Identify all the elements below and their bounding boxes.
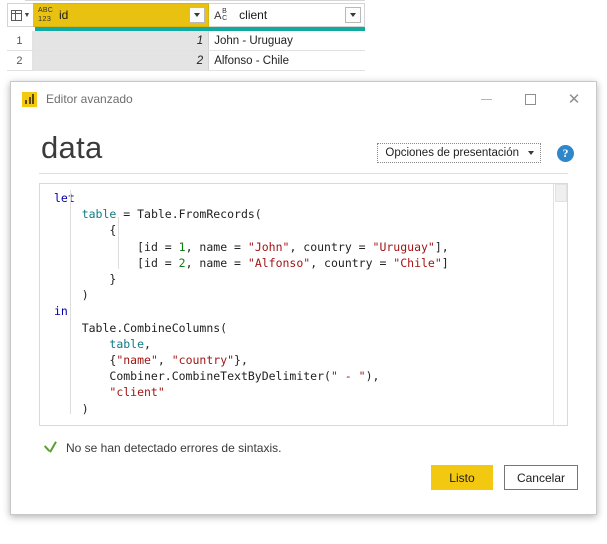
chevron-down-icon <box>528 151 534 155</box>
code-token: "Alfonso" <box>247 255 311 270</box>
cancel-button[interactable]: Cancelar <box>503 465 578 490</box>
chevron-down-icon <box>194 13 201 17</box>
grid-top-divider <box>25 0 365 1</box>
code-token: table <box>109 336 145 351</box>
header-actions: Opciones de presentación ? <box>377 143 574 163</box>
cell-id[interactable]: 2 <box>32 51 210 70</box>
grid-header-row: ▼ ABC 123 id A B C client <box>7 3 365 27</box>
code-token: , name = <box>185 239 248 254</box>
minimize-icon <box>480 98 492 100</box>
code-token: "client" <box>109 385 165 400</box>
help-icon[interactable]: ? <box>557 144 574 162</box>
done-button[interactable]: Listo <box>430 465 493 490</box>
code-editor[interactable]: let table = Table.FromRecords( { [id = 1… <box>39 183 568 426</box>
window-controls: ✕ <box>464 83 596 116</box>
code-vertical-scrollbar[interactable] <box>553 184 567 425</box>
code-token: "Uruguay" <box>372 239 435 254</box>
header-divider <box>39 173 568 174</box>
abc-123-icon: ABC 123 <box>37 7 53 24</box>
page-title: data <box>41 130 103 165</box>
column-header-id[interactable]: ABC 123 id <box>32 3 210 27</box>
maximize-icon <box>524 93 536 105</box>
chevron-down-icon <box>350 13 356 17</box>
code-token: , country = <box>310 255 394 270</box>
power-bi-icon <box>22 91 37 107</box>
dialog-button-row: Listo Cancelar <box>430 465 578 490</box>
code-token: ) <box>81 288 89 303</box>
chevron-down-icon: ▼ <box>23 11 31 19</box>
code-token: ), <box>365 369 380 384</box>
table-row[interactable]: 1 1 John - Uruguay <box>7 31 365 51</box>
code-token: 1 <box>178 239 186 254</box>
grid-body: 1 1 John - Uruguay 2 2 Alfonso - Chile <box>7 31 365 71</box>
code-token: ], <box>434 239 449 254</box>
code-token: , country = <box>289 239 373 254</box>
code-token: " - " <box>330 369 366 384</box>
code-token: "John" <box>247 239 290 254</box>
scrollbar-thumb[interactable] <box>555 184 567 202</box>
code-token: ) <box>81 401 89 416</box>
code-token: "Chile" <box>393 255 442 270</box>
column-header-client[interactable]: A B C client <box>209 3 365 27</box>
display-options-label: Opciones de presentación <box>385 147 519 159</box>
column-filter-dropdown-client[interactable] <box>345 7 361 23</box>
cell-client[interactable]: Alfonso - Chile <box>209 51 365 70</box>
row-number: 1 <box>7 31 33 50</box>
code-token: { <box>109 223 117 238</box>
code-token: = Table.FromRecords( <box>123 207 262 222</box>
code-editor-surface[interactable]: let table = Table.FromRecords( { [id = 1… <box>40 184 553 425</box>
code-token: } <box>109 272 117 287</box>
display-options-dropdown[interactable]: Opciones de presentación <box>377 143 541 163</box>
code-token: , <box>157 353 172 368</box>
column-header-client-label: client <box>239 8 268 22</box>
syntax-status-text: No se han detectado errores de sintaxis. <box>66 440 282 455</box>
table-glyph <box>10 9 22 21</box>
code-token: in <box>54 304 68 319</box>
maximize-button[interactable] <box>508 83 552 116</box>
abc-text-icon: A B C <box>214 8 228 22</box>
table-selector-icon[interactable]: ▼ <box>7 3 33 27</box>
dialog-header-row: data Opciones de presentación ? <box>11 116 596 173</box>
code-token: }, <box>234 353 248 368</box>
code-token: ] <box>441 255 449 270</box>
advanced-editor-dialog: Editor avanzado ✕ data Opciones de prese… <box>10 81 597 515</box>
dialog-title-text: Editor avanzado <box>46 92 133 106</box>
minimize-button[interactable] <box>464 83 508 116</box>
code-token: [id = <box>137 255 179 270</box>
dialog-title-bar: Editor avanzado ✕ <box>11 82 596 116</box>
cell-client[interactable]: John - Uruguay <box>209 31 365 50</box>
code-token: 2 <box>178 255 186 270</box>
m-query-code[interactable]: let table = Table.FromRecords( { [id = 1… <box>54 190 553 417</box>
indent-guide <box>70 190 71 414</box>
check-icon <box>43 440 58 455</box>
code-token: , <box>144 336 151 351</box>
code-token: Table.CombineColumns( <box>81 320 228 335</box>
close-icon: ✕ <box>567 89 581 108</box>
code-token: , name = <box>185 255 248 270</box>
column-filter-dropdown-id[interactable] <box>189 7 206 23</box>
table-row[interactable]: 2 2 Alfonso - Chile <box>7 51 365 71</box>
close-button[interactable]: ✕ <box>552 83 596 116</box>
code-token: [id = <box>137 239 179 254</box>
code-token: let <box>54 191 75 205</box>
code-token: Combiner.CombineTextByDelimiter( <box>109 369 331 384</box>
row-number: 2 <box>7 51 33 70</box>
code-token: "country" <box>171 353 235 368</box>
indent-guide-inner <box>118 217 119 269</box>
syntax-status: No se han detectado errores de sintaxis. <box>43 440 596 455</box>
code-token: "name" <box>116 353 158 368</box>
cell-id[interactable]: 1 <box>32 31 210 50</box>
column-header-id-label: id <box>58 8 69 22</box>
